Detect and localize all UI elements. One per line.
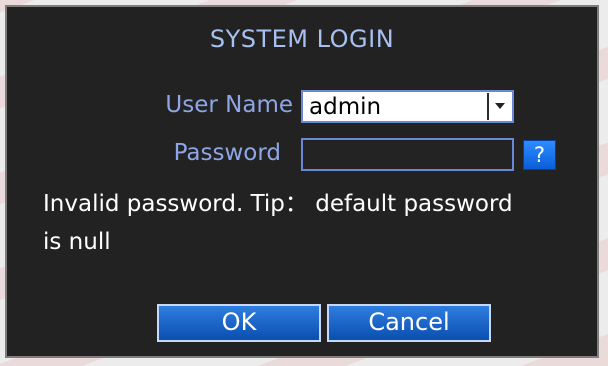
- password-field[interactable]: [301, 138, 514, 171]
- cancel-button[interactable]: Cancel: [327, 304, 491, 342]
- user-name-value: admin: [309, 94, 382, 120]
- system-login-dialog: SYSTEM LOGIN User Name admin Password ? …: [5, 5, 599, 358]
- user-name-select[interactable]: admin: [301, 90, 514, 123]
- user-name-label: User Name: [165, 92, 293, 118]
- ok-button[interactable]: OK: [157, 304, 321, 342]
- help-button[interactable]: ?: [523, 140, 556, 170]
- error-message: Invalid password. Tip： default password …: [43, 191, 513, 255]
- chevron-down-icon[interactable]: [487, 93, 511, 120]
- password-label: Password: [173, 140, 281, 166]
- dialog-title: SYSTEM LOGIN: [209, 25, 395, 53]
